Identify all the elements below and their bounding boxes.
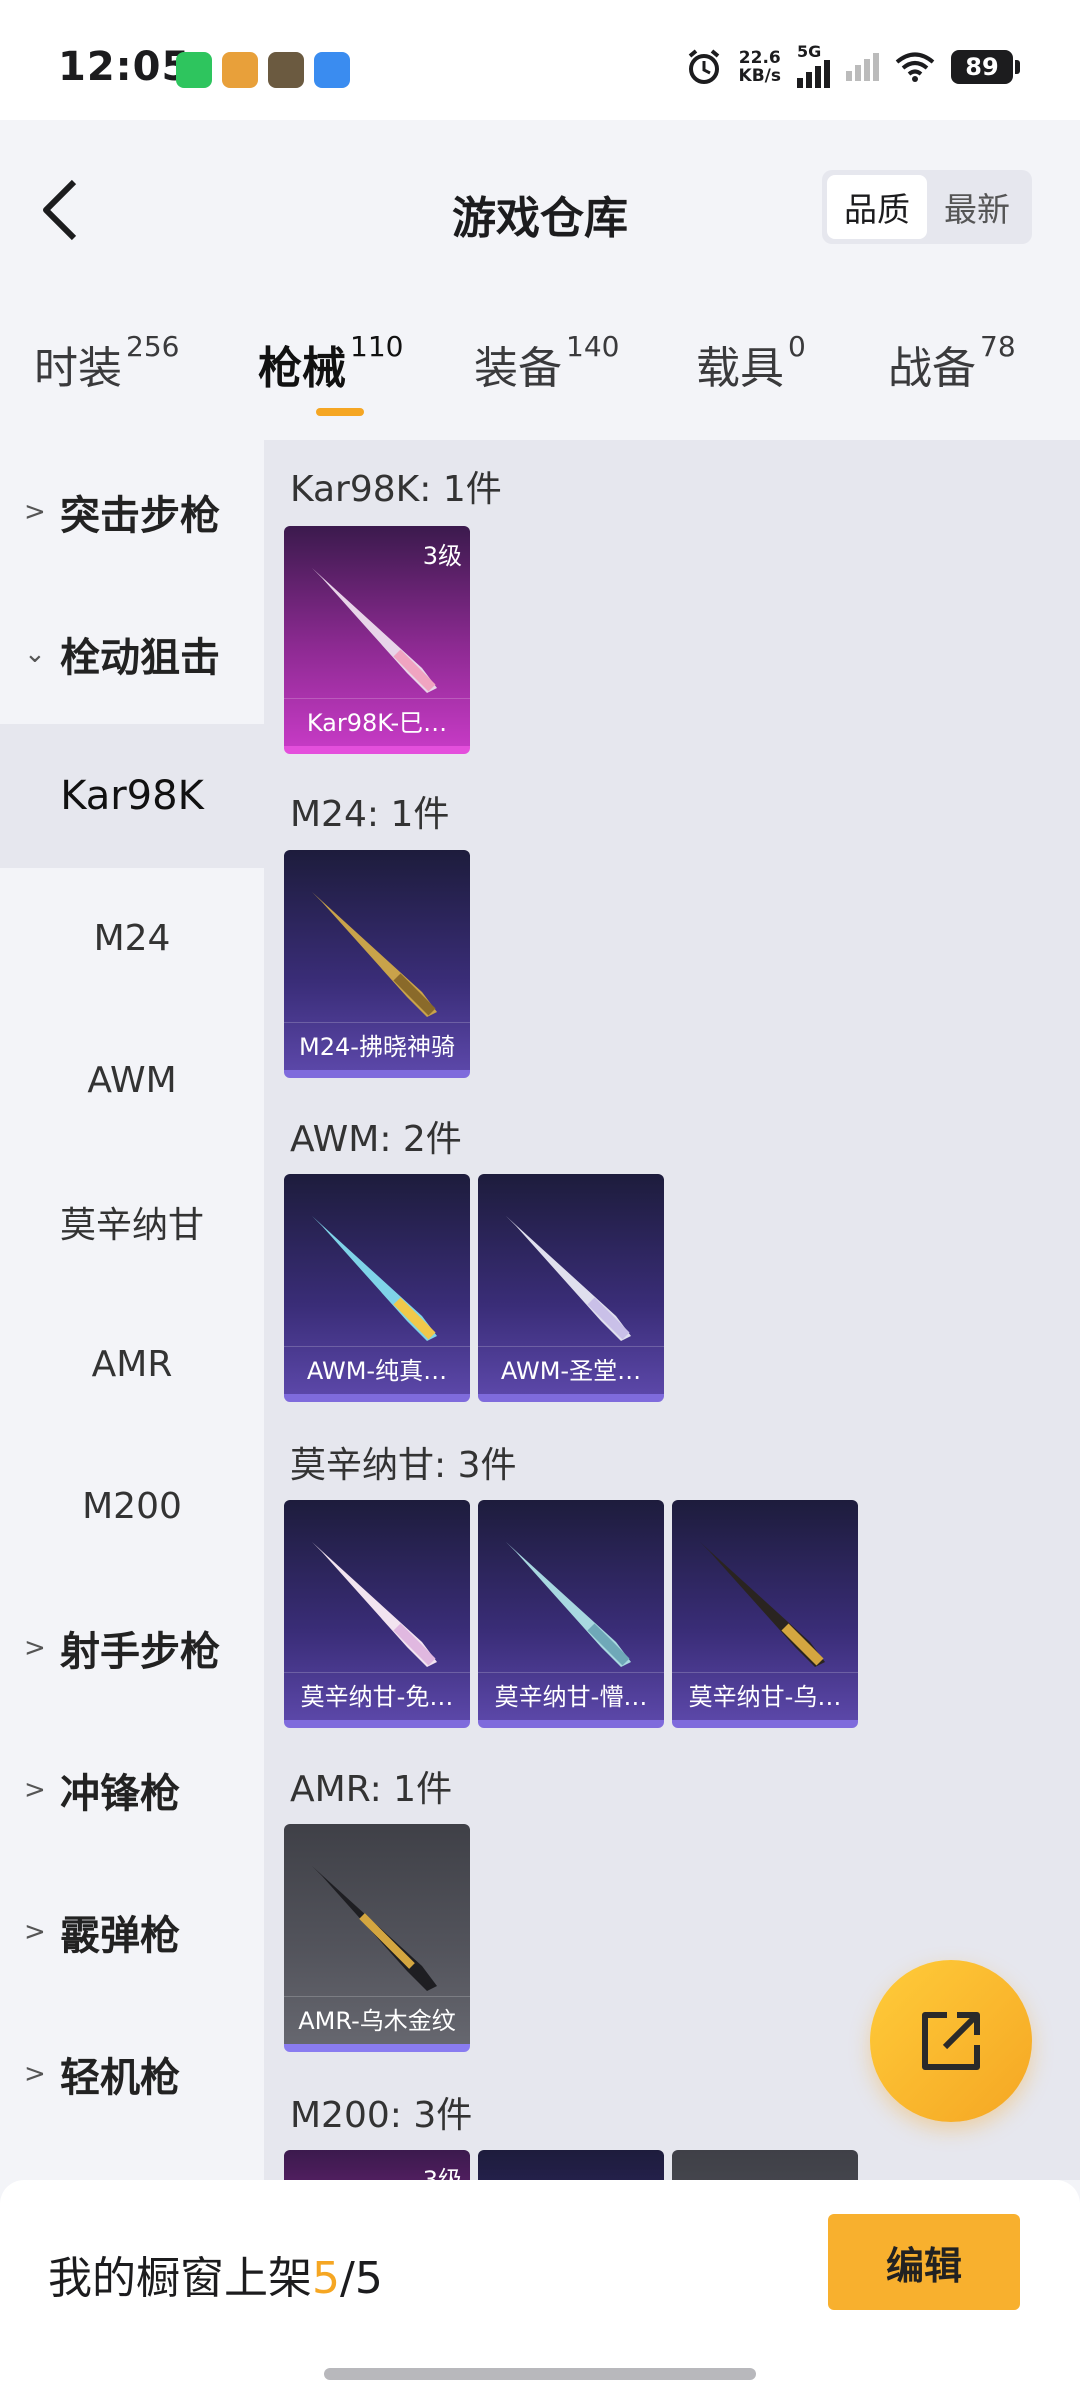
sort-option-newest[interactable]: 最新 — [927, 175, 1027, 239]
game-icon — [222, 52, 258, 88]
group-title-m200: M200: 3件 — [290, 2095, 473, 2136]
edit-button[interactable]: 编辑 — [828, 2214, 1020, 2310]
chevron-right-icon: > — [24, 1775, 46, 1805]
sidebar-item-m200[interactable]: M200 — [0, 1434, 264, 1578]
item-label: 莫辛纳甘-免… — [284, 1672, 470, 1720]
item-card[interactable]: 3级 Kar98K-巳… — [284, 526, 470, 754]
sidebar-item-kar98k[interactable]: Kar98K — [0, 724, 264, 868]
status-right: 22.6 KB/s 5G 89 — [685, 42, 1020, 88]
level-badge: 3级 — [422, 542, 462, 570]
tab-supplies[interactable]: 战备 78 — [888, 330, 1016, 396]
group-title-kar98k: Kar98K: 1件 — [290, 469, 502, 510]
tab-fashion[interactable]: 时装 256 — [34, 330, 179, 396]
status-time: 12:05 — [58, 44, 191, 90]
net-speed: 22.6 KB/s — [738, 48, 781, 86]
category-tabs: 时装 256 枪械 110 装备 140 载具 0 战备 78 — [0, 300, 1080, 440]
item-card[interactable] — [478, 2150, 664, 2180]
sort-toggle: 品质 最新 — [822, 170, 1032, 244]
group-title-awm: AWM: 2件 — [290, 1119, 462, 1160]
level-badge: 3级 — [422, 2166, 462, 2180]
rifle-icon — [312, 1866, 437, 1991]
item-card[interactable]: 莫辛纳甘-乌… — [672, 1500, 858, 1728]
chevron-down-icon: ⌄ — [24, 639, 46, 669]
rifle-icon — [506, 1542, 631, 1667]
share-button[interactable] — [870, 1960, 1032, 2122]
sidebar-item-m24[interactable]: M24 — [0, 866, 264, 1010]
sidebar-item-marksman[interactable]: > 射手步枪 — [0, 1576, 264, 1720]
item-card[interactable]: AWM-纯真… — [284, 1174, 470, 1402]
item-label: M24-拂晓神骑 — [284, 1022, 470, 1070]
item-card[interactable] — [672, 2150, 858, 2180]
tab-vehicles[interactable]: 载具 0 — [696, 330, 806, 396]
group-title-amr: AMR: 1件 — [290, 1769, 453, 1810]
app-icon — [314, 52, 350, 88]
bottom-bar: 我的橱窗上架5/5 编辑 — [0, 2180, 1080, 2400]
item-label: AMR-乌木金纹 — [284, 1996, 470, 2044]
active-tab-indicator — [316, 408, 364, 416]
signal-5g-icon: 5G — [797, 42, 830, 88]
sidebar-item-bolt-sniper[interactable]: ⌄ 栓动狙击 — [0, 582, 264, 726]
item-card[interactable]: 莫辛纳甘-懵… — [478, 1500, 664, 1728]
item-card[interactable]: 3级 — [284, 2150, 470, 2180]
status-bar: 12:05 22.6 KB/s 5G 89 — [0, 0, 1080, 120]
rifle-icon — [700, 1542, 825, 1667]
rifle-icon — [312, 1216, 437, 1341]
rifle-icon — [312, 892, 437, 1017]
chevron-right-icon: > — [24, 1633, 46, 1663]
item-grid: Kar98K: 1件 3级 Kar98K-巳… M24: 1件 M24-拂晓神骑… — [264, 440, 1080, 2180]
tab-firearms[interactable]: 枪械 110 — [258, 330, 403, 396]
rifle-icon — [506, 1216, 631, 1341]
item-label: AWM-圣堂… — [478, 1346, 664, 1394]
sidebar-item-assault-rifle[interactable]: > 突击步枪 — [0, 440, 264, 584]
item-label: Kar98K-巳… — [284, 698, 470, 746]
status-app-icons — [176, 52, 350, 88]
battery-icon: 89 — [951, 50, 1020, 84]
sidebar-item-shotgun[interactable]: > 霰弹枪 — [0, 1860, 264, 2004]
sidebar-item-mosin[interactable]: 莫辛纳甘 — [0, 1150, 264, 1294]
sidebar-item-smg[interactable]: > 冲锋枪 — [0, 1718, 264, 1862]
item-card[interactable]: AMR-乌木金纹 — [284, 1824, 470, 2052]
item-card[interactable]: 莫辛纳甘-免… — [284, 1500, 470, 1728]
group-title-m24: M24: 1件 — [290, 794, 450, 835]
home-indicator[interactable] — [324, 2368, 756, 2380]
wifi-icon — [895, 52, 935, 82]
sidebar-item-lmg[interactable]: > 轻机枪 — [0, 2002, 264, 2146]
item-label: 莫辛纳甘-乌… — [672, 1672, 858, 1720]
item-card[interactable]: M24-拂晓神骑 — [284, 850, 470, 1078]
pubg-icon — [268, 52, 304, 88]
wechat-icon — [176, 52, 212, 88]
tab-equipment[interactable]: 装备 140 — [474, 330, 619, 396]
alarm-icon — [688, 49, 719, 84]
external-link-icon — [922, 2012, 980, 2070]
rifle-icon — [312, 1542, 437, 1667]
page-header: 游戏仓库 品质 最新 — [0, 120, 1080, 300]
item-label: AWM-纯真… — [284, 1346, 470, 1394]
sort-option-quality[interactable]: 品质 — [827, 175, 927, 239]
sidebar-item-amr[interactable]: AMR — [0, 1292, 264, 1436]
showcase-status: 我的橱窗上架5/5 — [48, 2253, 383, 2304]
group-title-mosin: 莫辛纳甘: 3件 — [290, 1445, 517, 1486]
sidebar-item-awm[interactable]: AWM — [0, 1008, 264, 1152]
chevron-right-icon: > — [24, 1917, 46, 1947]
signal-icon — [846, 53, 879, 81]
item-label: 莫辛纳甘-懵… — [478, 1672, 664, 1720]
sidebar: > 突击步枪 ⌄ 栓动狙击 Kar98K M24 AWM 莫辛纳甘 AMR M200… — [0, 440, 264, 2180]
item-card[interactable]: AWM-圣堂… — [478, 1174, 664, 1402]
chevron-right-icon: > — [24, 497, 46, 527]
chevron-right-icon: > — [24, 2059, 46, 2089]
